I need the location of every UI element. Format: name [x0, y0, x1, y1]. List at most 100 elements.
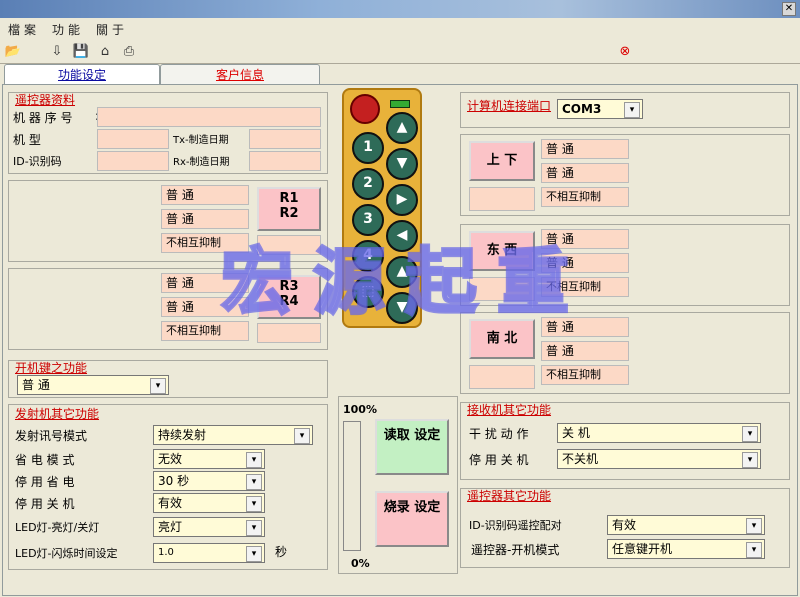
disable-save-select[interactable]: 30 秒 ▾ — [153, 471, 265, 491]
power-key-select[interactable]: 普 通 ▾ — [17, 375, 169, 395]
dropdown-arrow-icon[interactable]: ▾ — [246, 474, 262, 490]
rx-shutdown-select[interactable]: 不关机 ▾ — [557, 449, 761, 469]
r1-r2-group: 普 通 普 通 不相互抑制 R1 R2 — [8, 180, 328, 262]
print-icon[interactable]: ⎙ — [120, 43, 138, 61]
r3-r4-group: 普 通 普 通 不相互抑制 R3 R4 — [8, 268, 328, 350]
key-5-icon: ⬚ — [352, 276, 384, 308]
dropdown-arrow-icon[interactable]: ▾ — [742, 452, 758, 468]
burn-settings-button[interactable]: 烧录 设定 — [375, 491, 449, 547]
tx-mode-label: 发射讯号模式 — [15, 429, 88, 443]
eastwest-extra-field[interactable] — [469, 277, 535, 301]
updown-row3[interactable]: 不相互抑制 — [541, 187, 629, 207]
dropdown-arrow-icon[interactable]: ▾ — [246, 452, 262, 468]
r3-r4-button[interactable]: R3 R4 — [257, 275, 321, 319]
tx-mode-value: 持续发射 — [158, 428, 207, 442]
power-on-mode-select[interactable]: 任意键开机 ▾ — [607, 539, 765, 559]
dropdown-arrow-icon[interactable]: ▾ — [246, 520, 262, 536]
dropdown-arrow-icon[interactable]: ▾ — [246, 496, 262, 512]
menu-function[interactable]: 功能 — [52, 21, 84, 38]
dropdown-arrow-icon[interactable]: ▾ — [746, 518, 762, 534]
power-key-value: 普 通 — [22, 378, 50, 392]
led-light-select[interactable]: 亮灯 ▾ — [153, 517, 265, 537]
close-icon[interactable]: ✕ — [782, 2, 796, 16]
r1-row1[interactable]: 普 通 — [161, 185, 249, 205]
key-1-icon: 1 — [352, 132, 384, 164]
southnorth-button[interactable]: 南 北 — [469, 319, 535, 359]
eastwest-row3[interactable]: 不相互抑制 — [541, 277, 629, 297]
rx-shutdown-label: 停 用 关 机 — [469, 453, 529, 467]
direction-group-eastwest: 东 西 普 通 普 通 不相互抑制 — [460, 224, 790, 306]
tx-shutdown-select[interactable]: 有效 ▾ — [153, 493, 265, 513]
direction-group-updown: 上 下 普 通 普 通 不相互抑制 — [460, 134, 790, 216]
stop-icon[interactable]: ⊗ — [616, 43, 634, 61]
tx-other-group: 发射机其它功能 发射讯号模式 持续发射 ▾ 省 电 模 式 无效 ▾ 停 用 省 电… — [8, 404, 328, 570]
open-folder-icon[interactable]: 📂 — [4, 43, 22, 61]
southnorth-row2[interactable]: 普 通 — [541, 341, 629, 361]
port-value: COM3 — [562, 102, 602, 116]
rx-other-title: 接收机其它功能 — [467, 403, 552, 417]
r4-label: R4 — [279, 294, 299, 309]
r3-row3[interactable]: 不相互抑制 — [161, 321, 249, 341]
eastwest-button[interactable]: 东 西 — [469, 231, 535, 271]
led-indicator-icon — [390, 100, 410, 108]
r1-r2-button[interactable]: R1 R2 — [257, 187, 321, 231]
model-field[interactable] — [97, 129, 169, 149]
power-save-select[interactable]: 无效 ▾ — [153, 449, 265, 469]
progress-bottom-label: 0% — [351, 557, 370, 570]
r1-r2-extra-field[interactable] — [257, 235, 321, 255]
r3-row1[interactable]: 普 通 — [161, 273, 249, 293]
dropdown-arrow-icon[interactable]: ▾ — [150, 378, 166, 394]
interference-select[interactable]: 关 机 ▾ — [557, 423, 761, 443]
dropdown-arrow-icon[interactable]: ▾ — [294, 428, 310, 444]
led-blink-select[interactable]: 1.0 ▾ — [153, 543, 265, 563]
home-icon[interactable]: ⌂ — [96, 43, 114, 61]
emergency-stop-icon — [350, 94, 380, 124]
id-pairing-select[interactable]: 有效 ▾ — [607, 515, 765, 535]
dropdown-arrow-icon[interactable]: ▾ — [746, 542, 762, 558]
eastwest-row1[interactable]: 普 通 — [541, 229, 629, 249]
updown-extra-field[interactable] — [469, 187, 535, 211]
r1-row2[interactable]: 普 通 — [161, 209, 249, 229]
remote-info-title: 遥控器资料 — [15, 93, 76, 107]
updown-button[interactable]: 上 下 — [469, 141, 535, 181]
progress-top-label: 100% — [343, 403, 377, 416]
import-icon[interactable]: ⇩ — [48, 43, 66, 61]
menu-about[interactable]: 關于 — [96, 21, 128, 38]
southnorth-row3[interactable]: 不相互抑制 — [541, 365, 629, 385]
save-icon[interactable]: 💾 — [72, 43, 90, 61]
remote-control-image: 1 2 3 4 ⬚ ▲ ▼ ▶ ◀ ▲ ▼ — [342, 88, 422, 328]
southnorth-extra-field[interactable] — [469, 365, 535, 389]
updown-row1[interactable]: 普 通 — [541, 139, 629, 159]
r1-row3[interactable]: 不相互抑制 — [161, 233, 249, 253]
port-select[interactable]: COM3 ▾ — [557, 99, 643, 119]
updown-row2[interactable]: 普 通 — [541, 163, 629, 183]
r2-label: R2 — [279, 206, 299, 221]
rx-date-field[interactable] — [249, 151, 321, 171]
tx-mode-select[interactable]: 持续发射 ▾ — [153, 425, 313, 445]
tx-date-label: Tx-制造日期 — [173, 135, 229, 146]
tab-customer[interactable]: 客户信息 — [160, 64, 320, 84]
led-blink-value: 1.0 — [158, 547, 174, 558]
southnorth-row1[interactable]: 普 通 — [541, 317, 629, 337]
serial-field[interactable] — [97, 107, 321, 127]
power-save-value: 无效 — [158, 452, 183, 466]
dropdown-arrow-icon[interactable]: ▾ — [246, 546, 262, 562]
disable-save-label: 停 用 省 电 — [15, 475, 75, 489]
remote-other-group: 遥控器其它功能 ID-识别码遥控配对 有效 ▾ 遥控器-开机模式 任意键开机 ▾ — [460, 488, 790, 568]
r3-row2[interactable]: 普 通 — [161, 297, 249, 317]
r1-label: R1 — [279, 191, 299, 206]
read-settings-button[interactable]: 读取 设定 — [375, 419, 449, 475]
key-3-icon: 3 — [352, 204, 384, 236]
menu-bar: 檔案 功能 關于 — [0, 18, 800, 40]
id-field[interactable] — [97, 151, 169, 171]
tab-functions[interactable]: 功能设定 — [4, 64, 160, 86]
dropdown-arrow-icon[interactable]: ▾ — [742, 426, 758, 442]
eastwest-row2[interactable]: 普 通 — [541, 253, 629, 273]
tx-date-field[interactable] — [249, 129, 321, 149]
menu-file[interactable]: 檔案 — [8, 21, 40, 38]
dropdown-arrow-icon[interactable]: ▾ — [624, 102, 640, 118]
model-label: 机 型 — [13, 133, 41, 147]
r3-r4-extra-field[interactable] — [257, 323, 321, 343]
power-save-label: 省 电 模 式 — [15, 453, 75, 467]
key-4-icon: 4 — [352, 240, 384, 272]
